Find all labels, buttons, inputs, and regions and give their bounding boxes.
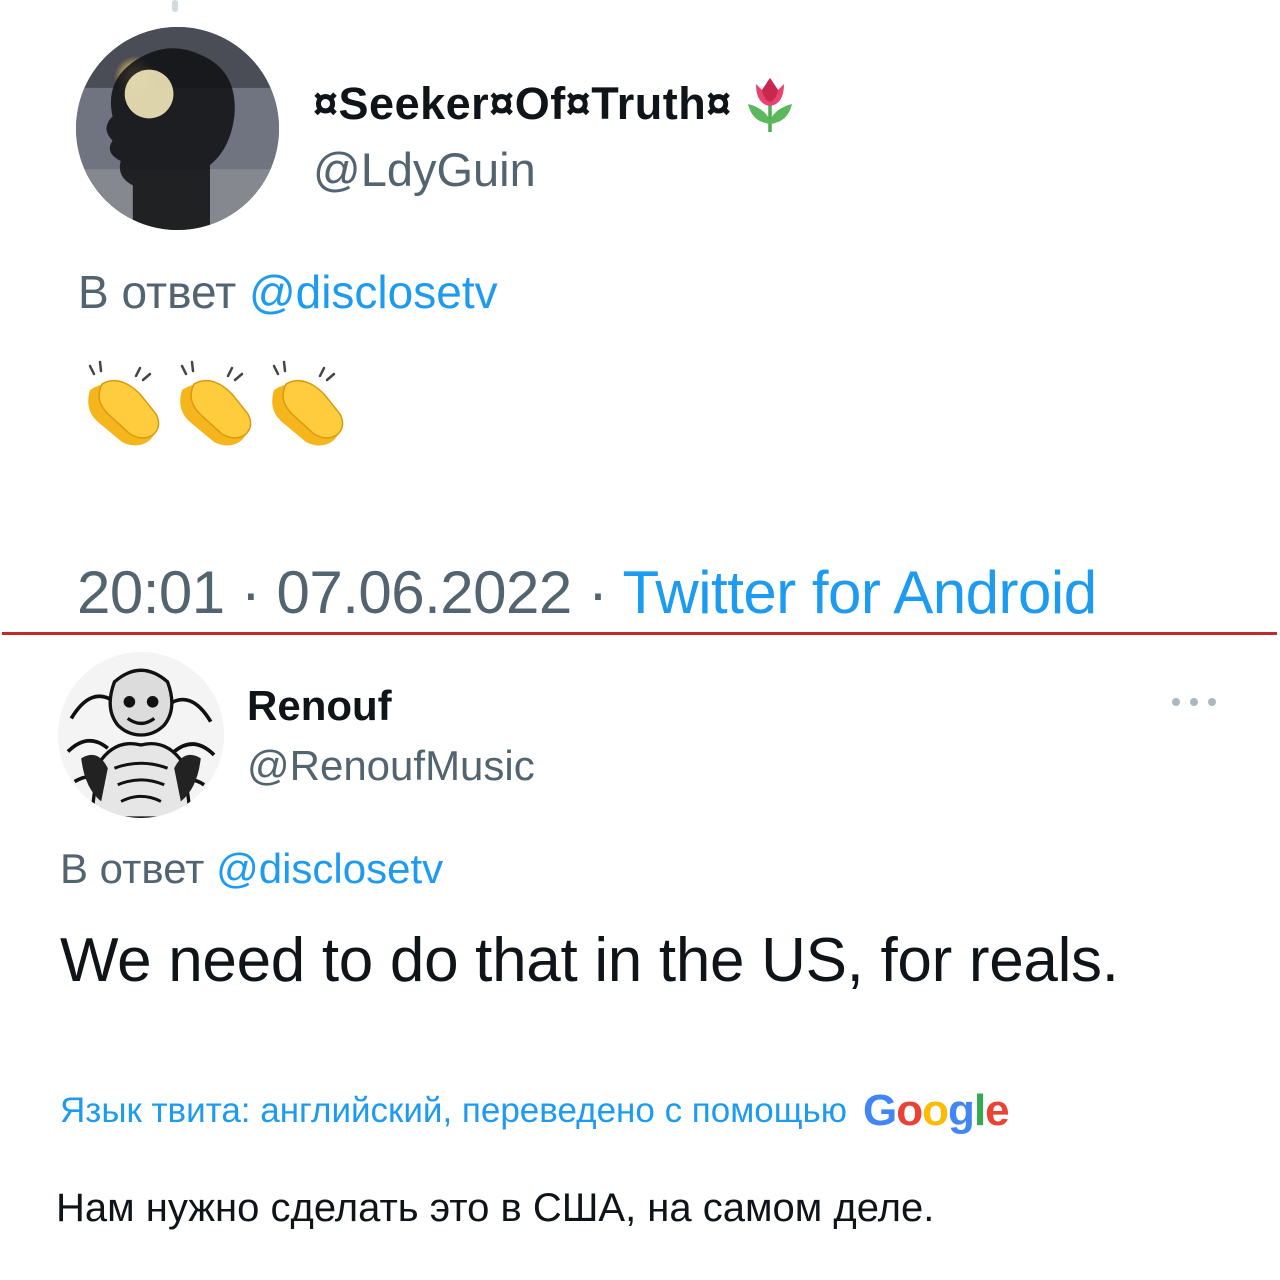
google-logo: Google bbox=[863, 1086, 1010, 1136]
separator: · bbox=[571, 559, 623, 626]
google-logo-letter: g bbox=[948, 1086, 975, 1135]
tweet-source-link[interactable]: Twitter for Android bbox=[623, 559, 1098, 626]
reply-mention-link[interactable]: @disclosetv bbox=[216, 845, 443, 892]
reply-mention-link[interactable]: @disclosetv bbox=[249, 266, 498, 318]
google-logo-letter: o bbox=[922, 1086, 949, 1135]
avatar-silhouette-image bbox=[76, 27, 279, 230]
reply-context: В ответ @disclosetv bbox=[78, 265, 498, 319]
google-logo-letter: l bbox=[973, 1086, 986, 1135]
more-options-button[interactable] bbox=[1172, 690, 1216, 714]
avatar[interactable] bbox=[58, 652, 224, 818]
separator: · bbox=[224, 559, 277, 626]
google-logo-letter: o bbox=[896, 1086, 923, 1135]
avatar-illustration-image bbox=[58, 652, 224, 818]
dot-icon bbox=[1208, 698, 1216, 706]
reply-prefix: В ответ bbox=[78, 266, 237, 318]
dot-icon bbox=[1190, 698, 1198, 706]
thread-connector-line bbox=[172, 0, 178, 12]
tweet-timestamp: 20:01 · 07.06.2022 · Twitter for Android bbox=[77, 558, 1097, 627]
tweet-text: We need to do that in the US, for reals. bbox=[60, 926, 1119, 995]
tweet-time[interactable]: 20:01 bbox=[77, 559, 225, 626]
display-name[interactable]: Renouf bbox=[247, 682, 392, 730]
clapping-hands-icon bbox=[88, 360, 160, 446]
user-handle[interactable]: @RenoufMusic bbox=[247, 742, 535, 790]
display-name-text: ¤Seeker¤Of¤Truth¤ bbox=[313, 78, 732, 129]
screenshot-divider bbox=[2, 632, 1277, 635]
google-logo-letter: G bbox=[863, 1086, 897, 1135]
tweet-date[interactable]: 07.06.2022 bbox=[276, 559, 572, 626]
clapping-hands-icon bbox=[180, 360, 252, 446]
reply-context: В ответ @disclosetv bbox=[60, 845, 443, 893]
translated-text: Нам нужно сделать это в США, на самом де… bbox=[56, 1186, 935, 1230]
translation-note: Язык твита: английский, переведено с пом… bbox=[60, 1091, 848, 1130]
display-name[interactable]: ¤Seeker¤Of¤Truth¤ bbox=[313, 74, 798, 134]
clapping-hands-icon bbox=[272, 360, 344, 446]
avatar[interactable] bbox=[76, 27, 279, 230]
user-handle[interactable]: @LdyGuin bbox=[313, 142, 536, 197]
translation-attribution[interactable]: Язык твита: английский, переведено с пом… bbox=[60, 1086, 1010, 1136]
reply-prefix: В ответ bbox=[60, 845, 205, 892]
tulip-icon bbox=[742, 74, 798, 134]
dot-icon bbox=[1172, 698, 1180, 706]
google-logo-letter: e bbox=[985, 1086, 1010, 1135]
tweet-body-emoji bbox=[80, 360, 350, 450]
